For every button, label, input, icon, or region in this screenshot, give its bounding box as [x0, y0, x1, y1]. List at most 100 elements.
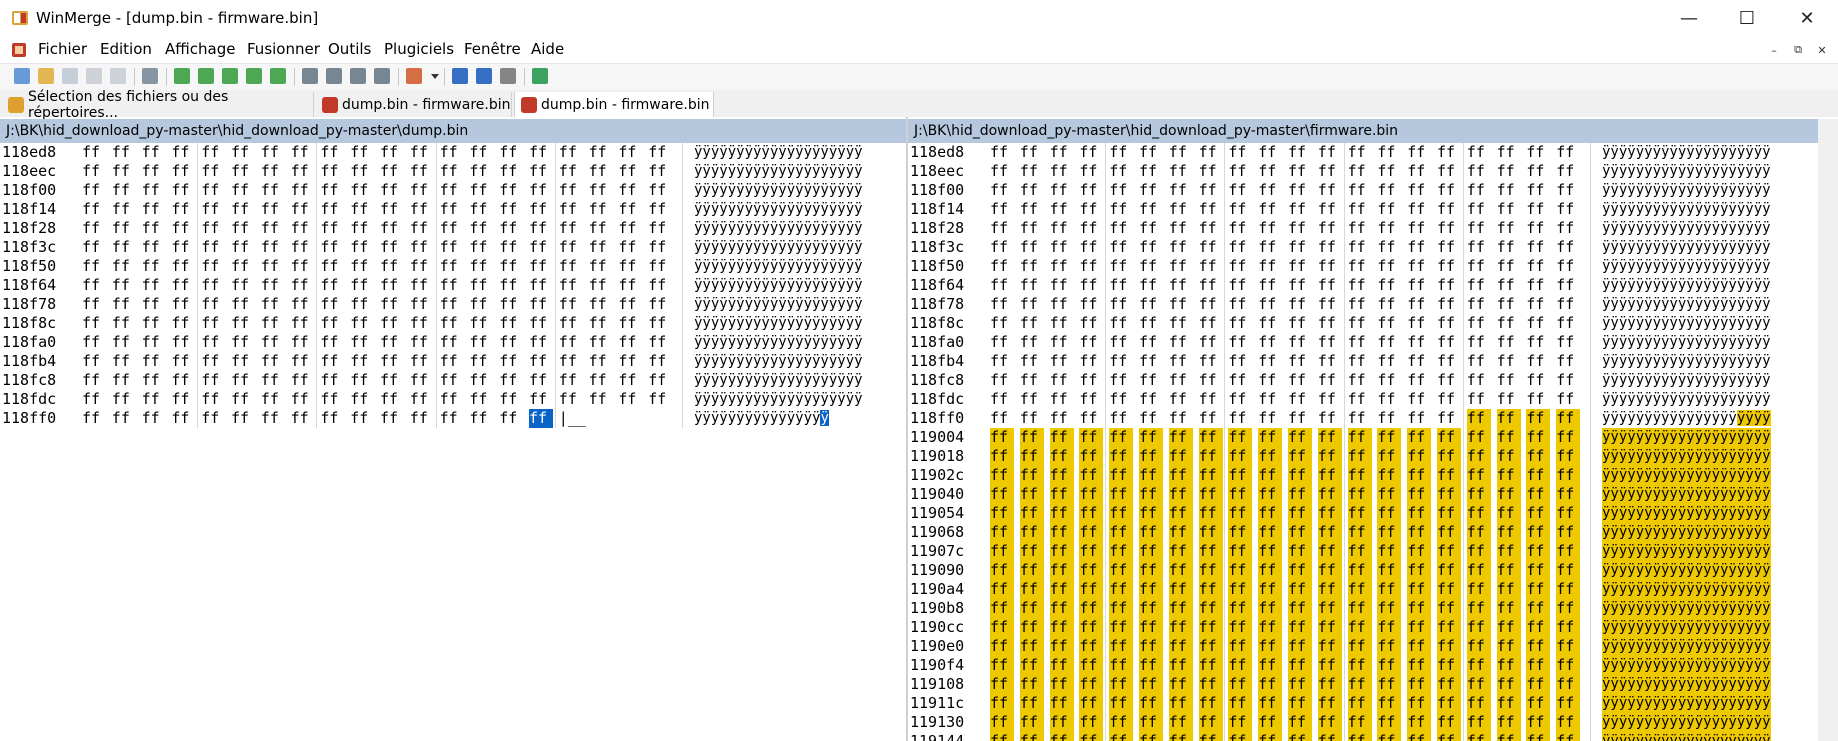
dropdown-icon[interactable]	[430, 68, 440, 84]
hex-byte[interactable]: ff	[1050, 276, 1074, 295]
ascii-column[interactable]: ÿÿÿÿÿÿÿÿÿÿÿÿÿÿÿÿÿÿÿÿ	[1602, 409, 1771, 428]
hex-byte[interactable]: ff	[1258, 637, 1283, 656]
hex-byte[interactable]: ff	[1556, 713, 1581, 732]
hex-byte[interactable]: ff	[1109, 561, 1134, 580]
hex-byte[interactable]: ff	[1497, 352, 1521, 371]
hex-byte[interactable]: ff	[380, 276, 404, 295]
hex-byte[interactable]: ff	[1437, 485, 1461, 504]
hex-byte[interactable]: ff	[1049, 485, 1074, 504]
hex-byte[interactable]: ff	[1139, 599, 1163, 618]
hex-byte[interactable]: ff	[469, 143, 493, 162]
hex-byte[interactable]: ff	[1228, 333, 1252, 352]
hex-byte[interactable]: ff	[1139, 637, 1163, 656]
ascii-column[interactable]: ÿÿÿÿÿÿÿÿÿÿÿÿÿÿÿÿÿÿÿÿ	[1602, 466, 1771, 485]
hex-byte[interactable]: ff	[1467, 333, 1491, 352]
hex-byte[interactable]: ff	[1526, 580, 1551, 599]
hex-byte[interactable]: ff	[1437, 637, 1461, 656]
hex-byte[interactable]: ff	[350, 181, 374, 200]
hex-byte[interactable]: ff	[1079, 409, 1103, 428]
hex-byte[interactable]: ff	[1556, 200, 1580, 219]
hex-byte[interactable]: ff	[1198, 675, 1223, 694]
hex-byte[interactable]: ff	[589, 162, 613, 181]
hex-byte[interactable]: ff	[1019, 561, 1044, 580]
hex-byte[interactable]: ff	[291, 257, 315, 276]
hex-byte[interactable]: ff	[1437, 580, 1461, 599]
hex-byte[interactable]: ff	[1317, 694, 1342, 713]
hex-byte[interactable]: ff	[320, 162, 344, 181]
hex-byte[interactable]: ff	[1317, 580, 1342, 599]
hex-byte[interactable]: ff	[559, 295, 583, 314]
hex-byte[interactable]: ff	[1199, 219, 1223, 238]
hex-byte[interactable]: ff	[1556, 257, 1580, 276]
hex-byte[interactable]: ff	[1556, 675, 1581, 694]
hex-byte[interactable]: ff	[1168, 542, 1193, 561]
hex-byte[interactable]: ff	[1466, 447, 1491, 466]
hex-byte[interactable]: ff	[1198, 542, 1223, 561]
hex-byte[interactable]: ff	[990, 181, 1014, 200]
hex-byte[interactable]: ff	[1407, 523, 1432, 542]
hex-byte[interactable]: ff	[1347, 637, 1372, 656]
hex-byte[interactable]: ff	[589, 143, 613, 162]
hex-byte[interactable]: ff	[1347, 713, 1372, 732]
hex-byte[interactable]: ff	[261, 162, 285, 181]
hex-byte[interactable]: ff	[1526, 276, 1550, 295]
hex-byte[interactable]: ff	[171, 238, 195, 257]
hex-byte[interactable]: ff	[410, 333, 434, 352]
hex-byte[interactable]: ff	[1318, 295, 1342, 314]
hex-byte[interactable]: ff	[1139, 314, 1163, 333]
hex-byte[interactable]: ff	[469, 219, 493, 238]
hex-byte[interactable]: ff	[1019, 694, 1044, 713]
hex-byte[interactable]: ff	[1318, 276, 1342, 295]
hex-byte[interactable]: ff	[320, 257, 344, 276]
hex-byte[interactable]: ff	[1020, 352, 1044, 371]
hex-byte[interactable]: ff	[1228, 276, 1252, 295]
hex-byte[interactable]: ff	[1139, 713, 1163, 732]
hex-byte[interactable]: ff	[1109, 390, 1133, 409]
hex-byte[interactable]: ff	[1109, 428, 1134, 447]
hex-byte[interactable]: ff	[82, 371, 106, 390]
ascii-column[interactable]: ÿÿÿÿÿÿÿÿÿÿÿÿÿÿÿÿÿÿÿÿ	[694, 276, 863, 295]
next-diff-icon[interactable]	[174, 68, 190, 84]
hex-byte[interactable]: ff	[1049, 656, 1074, 675]
hex-byte[interactable]: ff	[440, 219, 464, 238]
hex-byte[interactable]: ff	[291, 295, 315, 314]
hex-byte[interactable]: ff	[1526, 314, 1550, 333]
hex-byte[interactable]: ff	[231, 238, 255, 257]
hex-byte[interactable]: ff	[1497, 162, 1521, 181]
hex-byte[interactable]: ff	[1228, 523, 1253, 542]
tab-compare-2[interactable]: dump.bin - firmware.bin	[514, 92, 714, 117]
hex-byte[interactable]: ff	[1109, 675, 1134, 694]
hex-byte[interactable]: ff	[1258, 466, 1283, 485]
hex-byte[interactable]: ff	[1407, 599, 1432, 618]
ascii-column[interactable]: ÿÿÿÿÿÿÿÿÿÿÿÿÿÿÿÿÿÿÿÿ	[1602, 580, 1771, 599]
hex-byte[interactable]: ff	[1019, 580, 1044, 599]
hex-byte[interactable]: ff	[1109, 333, 1133, 352]
hex-byte[interactable]: ff	[990, 618, 1014, 637]
hex-byte[interactable]: ff	[171, 162, 195, 181]
hex-byte[interactable]: ff	[291, 390, 315, 409]
vertical-scrollbar[interactable]	[1818, 119, 1838, 741]
hex-byte[interactable]: ff	[1050, 390, 1074, 409]
hex-byte[interactable]: ff	[171, 219, 195, 238]
hex-byte[interactable]: ff	[1318, 200, 1342, 219]
ascii-column[interactable]: ÿÿÿÿÿÿÿÿÿÿÿÿÿÿÿÿÿÿÿÿ	[1602, 694, 1771, 713]
hex-byte[interactable]: ff	[1497, 314, 1521, 333]
hex-byte[interactable]: ff	[618, 181, 642, 200]
hex-byte[interactable]: ff	[261, 238, 285, 257]
hex-byte[interactable]: ff	[1079, 542, 1104, 561]
menu-fenetre[interactable]: Fenêtre	[464, 40, 521, 58]
hex-byte[interactable]: ff	[1139, 257, 1163, 276]
hex-byte[interactable]: ff	[1019, 637, 1044, 656]
hex-byte[interactable]: ff	[1019, 656, 1044, 675]
hex-byte[interactable]: ff	[1496, 428, 1521, 447]
hex-byte[interactable]: ff	[380, 409, 404, 428]
hex-byte[interactable]: ff	[1526, 523, 1551, 542]
hex-byte[interactable]: ff	[529, 143, 553, 162]
menu-outils[interactable]: Outils	[328, 40, 371, 58]
hex-byte[interactable]: ff	[142, 162, 166, 181]
hex-byte[interactable]: ff	[1020, 143, 1044, 162]
undo-icon[interactable]	[86, 68, 102, 84]
hex-byte[interactable]: ff	[1317, 447, 1342, 466]
hex-byte[interactable]: ff	[142, 295, 166, 314]
hex-byte[interactable]: ff	[1377, 390, 1401, 409]
